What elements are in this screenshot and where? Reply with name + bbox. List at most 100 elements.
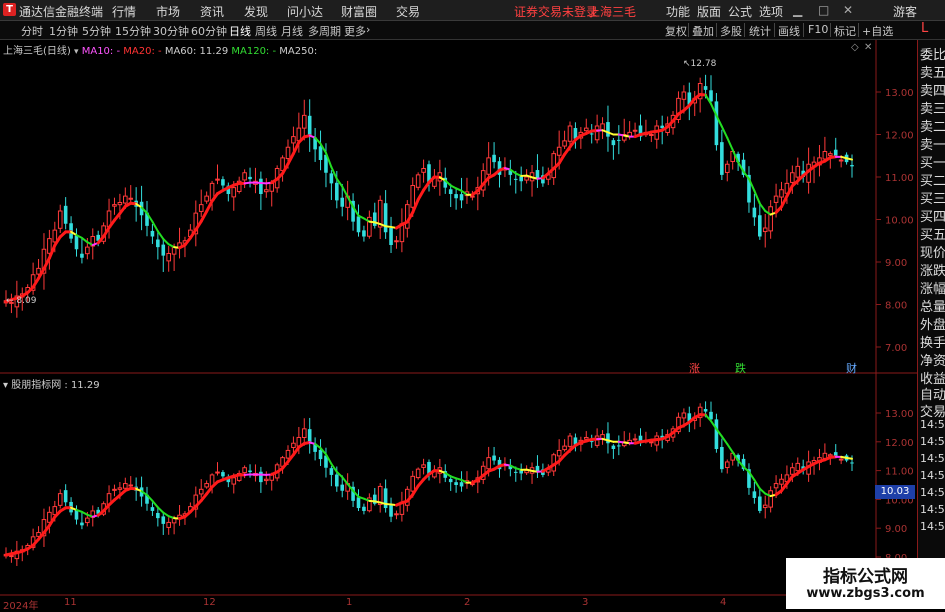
candle-body-main — [286, 147, 290, 158]
candle-body-sub — [395, 514, 399, 515]
candle-body-sub — [584, 437, 588, 439]
indicator-segment-main — [158, 231, 163, 239]
candle-body-sub — [650, 442, 654, 443]
candle-body-main — [86, 247, 90, 254]
candle-body-main — [292, 137, 296, 143]
candle-body-main — [265, 190, 269, 192]
candle-body-sub — [411, 476, 415, 491]
sub-legend: ▾ 股朋指标网 : 11.29 — [3, 376, 100, 391]
candle-body-main — [340, 198, 344, 207]
candle-body-main — [612, 140, 616, 145]
main-legend: 上海三毛(日线) ▾ MA10: - MA20: - MA60: 11.29 M… — [3, 42, 317, 57]
indicator-segment-main — [760, 204, 765, 211]
candle-body-main — [471, 196, 475, 197]
candle-body-main — [411, 186, 415, 208]
chart-title: 上海三毛(日线) — [3, 46, 71, 57]
indicator-segment-sub — [760, 489, 765, 494]
candle-body-sub — [292, 443, 296, 447]
candle-body-main — [633, 130, 637, 131]
settings-diamond-icon[interactable]: ◇ — [851, 42, 859, 53]
x-label-year: 2024年 — [3, 597, 38, 612]
candle-body-main — [763, 228, 767, 232]
indicator-segment-main — [782, 196, 787, 207]
candle-body-sub — [682, 413, 686, 418]
side-field-4[interactable]: 卖二 — [920, 116, 945, 135]
side-field-9[interactable]: 买四 — [920, 206, 945, 225]
tick-time-4: 14:56 — [920, 452, 945, 465]
tick-time-5: 14:56 — [920, 469, 945, 482]
candle-body-main — [449, 189, 453, 194]
side-field-6[interactable]: 买一 — [920, 152, 945, 171]
tick-time-6: 14:56 — [920, 486, 945, 499]
candle-body-sub — [725, 462, 729, 468]
marker-finance[interactable]: 财 — [846, 360, 857, 376]
candle-body-sub — [606, 433, 610, 443]
candle-body-main — [753, 208, 757, 218]
candle-body-main — [113, 205, 117, 207]
marker-rise[interactable]: 涨 — [689, 360, 700, 376]
candle-body-main — [774, 196, 778, 202]
candle-body-main — [416, 175, 420, 187]
candle-body-main — [167, 254, 171, 261]
candle-body-sub — [758, 497, 762, 511]
candle-body-main — [80, 254, 84, 258]
candle-body-main — [53, 230, 57, 242]
candle-body-main — [221, 179, 225, 185]
candle-body-main — [335, 183, 339, 201]
close-pane-icon[interactable]: ✕ — [864, 42, 872, 53]
candle-body-main — [362, 230, 366, 236]
side-field-14[interactable]: 总量 — [920, 296, 945, 315]
y-tick-label-sub: 11.00 — [885, 467, 914, 478]
candle-body-main — [584, 128, 588, 131]
candle-body-main — [422, 169, 426, 173]
candle-body-sub — [384, 488, 388, 508]
candle-body-sub — [633, 439, 637, 440]
marker-fall[interactable]: 跌 — [735, 360, 746, 376]
candle-body-main — [617, 140, 621, 141]
y-tick-label-sub: 9.00 — [885, 524, 907, 535]
side-field-16[interactable]: 换手 — [920, 332, 945, 351]
ma10-label: MA10: - — [82, 46, 120, 57]
side-field-2[interactable]: 卖四 — [920, 80, 945, 99]
candle-body-sub — [839, 459, 843, 460]
y-tick-label-main: 13.00 — [885, 88, 914, 99]
high-price-label: ↖12.78 — [683, 59, 716, 69]
x-label-dec: 12 — [203, 597, 216, 608]
side-field-3[interactable]: 卖三 — [920, 98, 945, 117]
ma60-label: MA60: 11.29 — [165, 46, 228, 57]
side-field-0[interactable]: 委比 — [920, 44, 945, 63]
candle-body-sub — [769, 491, 773, 507]
indicator-segment-main — [293, 142, 298, 153]
side-field-8[interactable]: 买三 — [920, 188, 945, 207]
side-field-1[interactable]: 卖五 — [920, 62, 945, 81]
candle-body-sub — [617, 445, 621, 446]
candle-body-sub — [118, 488, 122, 489]
candle-body-main — [384, 203, 388, 232]
candle-body-main — [709, 90, 713, 101]
candle-body-main — [161, 245, 165, 256]
side-field-12[interactable]: 涨跌 — [920, 260, 945, 279]
side-field-7[interactable]: 买二 — [920, 170, 945, 189]
candle-body-main — [270, 183, 274, 191]
low-price-label: ← 8.09 — [6, 296, 36, 306]
side-field-17[interactable]: 净资 — [920, 350, 945, 369]
indicator-segment-main — [152, 222, 157, 232]
candle-body-sub — [422, 465, 426, 468]
collapse-icon[interactable]: ▾ — [74, 47, 79, 57]
side-field-15[interactable]: 外盘 — [920, 314, 945, 333]
collapse-icon[interactable]: ▾ — [3, 380, 8, 391]
cursor-value-box: 10.03 — [875, 485, 915, 499]
indicator-segment-sub — [847, 458, 852, 459]
main-candles — [4, 75, 854, 318]
candle-body-main — [48, 239, 52, 254]
side-field-11[interactable]: 现价 — [920, 242, 945, 261]
candle-body-sub — [232, 478, 236, 484]
kline-chart[interactable]: 13.0012.0011.0010.009.008.007.0013.0012.… — [0, 0, 945, 609]
side-field-10[interactable]: 买五 — [920, 224, 945, 243]
candle-body-main — [834, 150, 838, 156]
candle-body-sub — [58, 494, 62, 506]
x-label-feb: 2 — [464, 597, 470, 608]
side-field-5[interactable]: 卖一 — [920, 134, 945, 153]
candle-body-main — [259, 179, 263, 194]
side-field-13[interactable]: 涨幅 — [920, 278, 945, 297]
